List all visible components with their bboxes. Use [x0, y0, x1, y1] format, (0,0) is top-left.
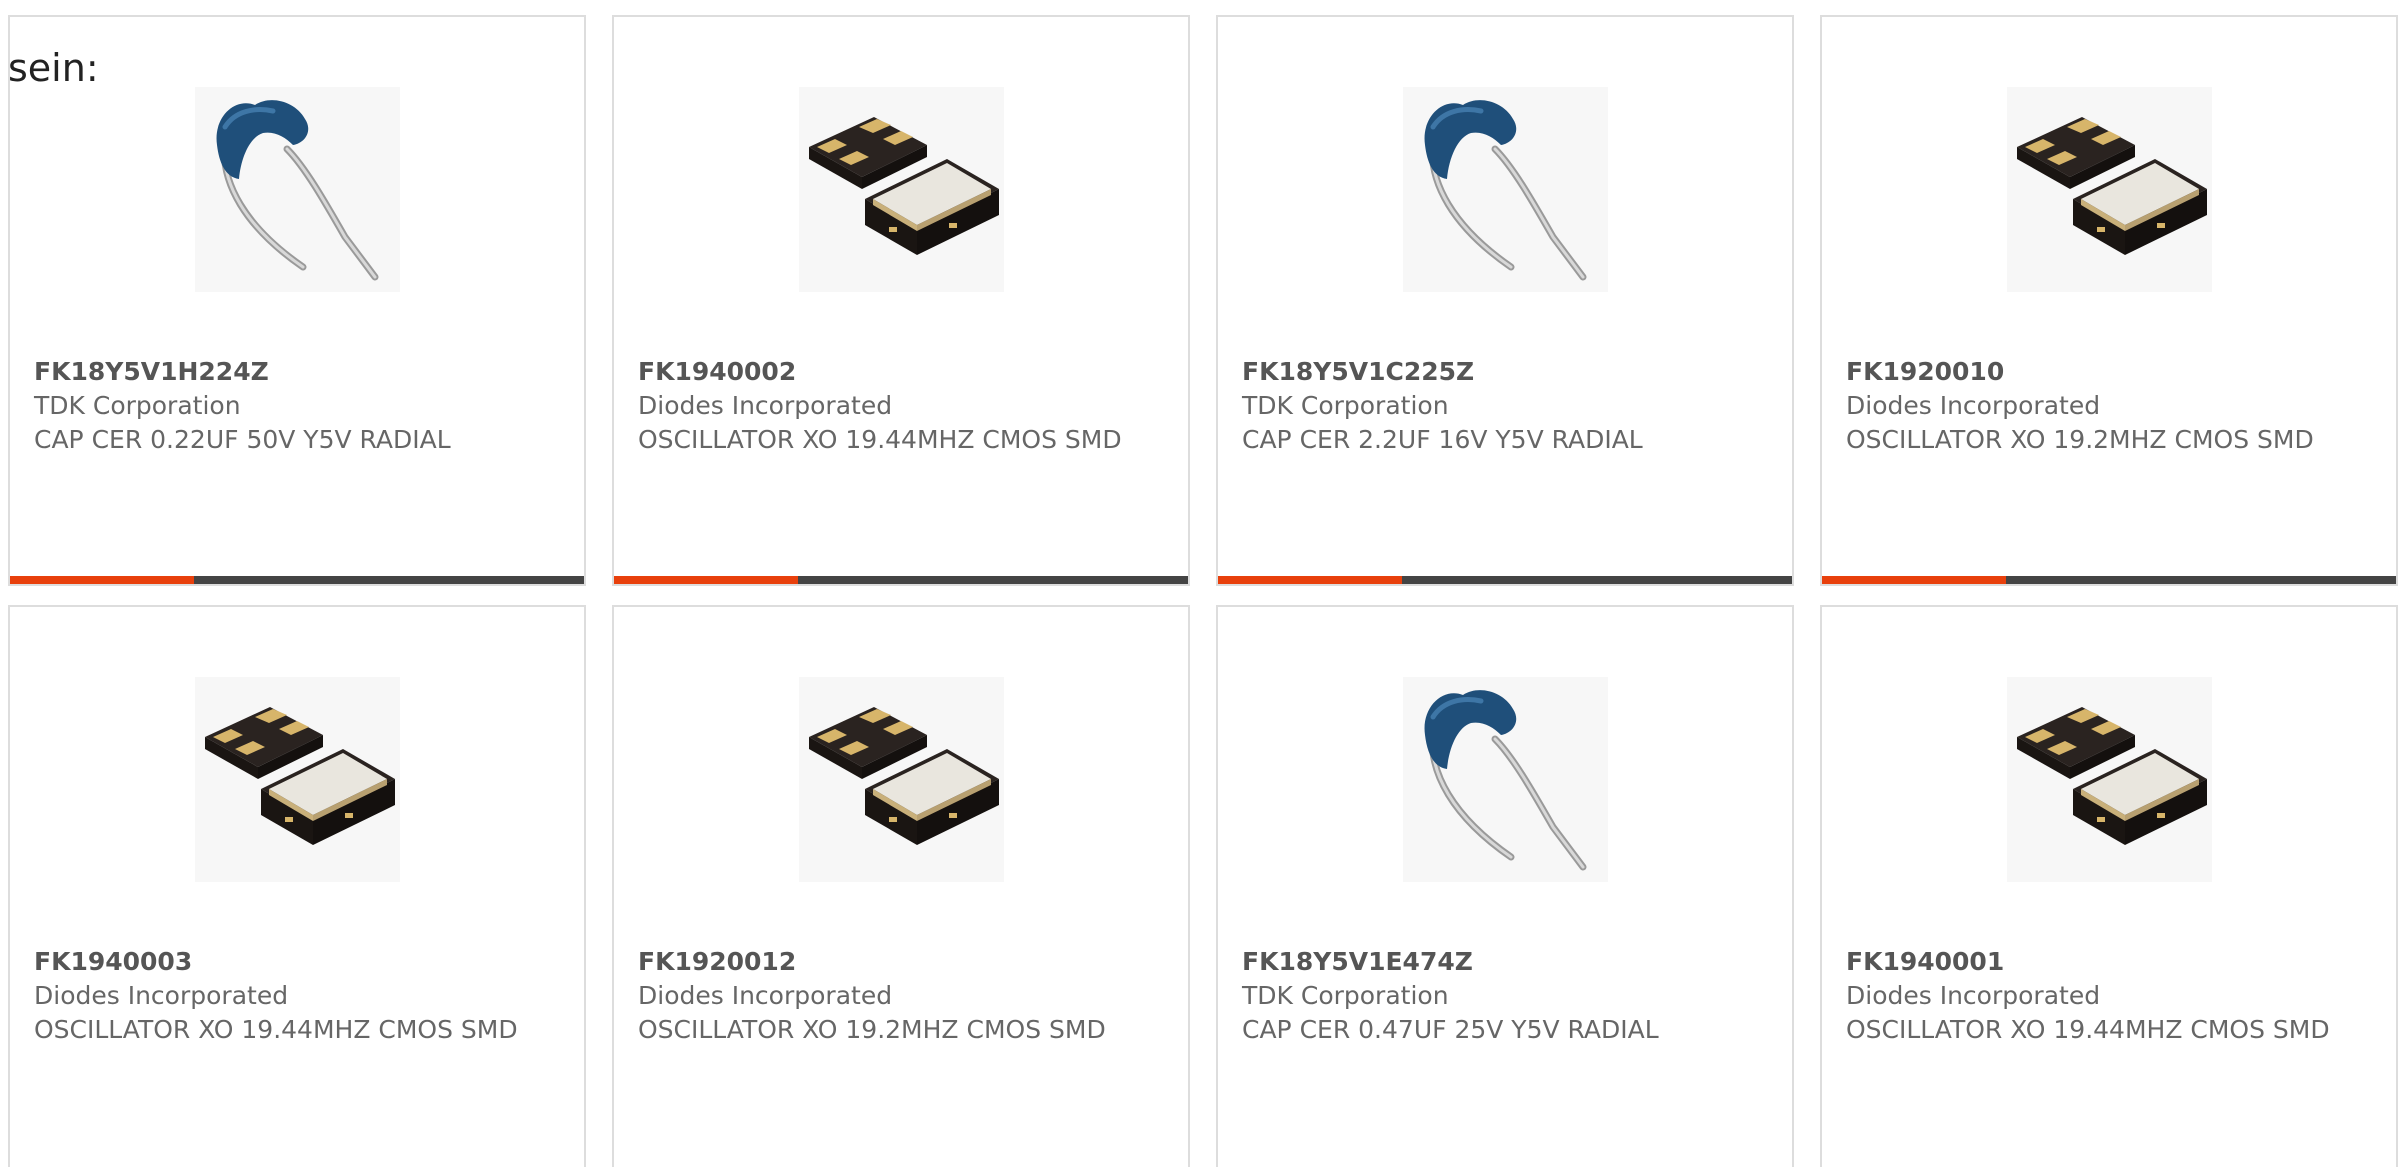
product-info: FK18Y5V1E474Z TDK Corporation CAP CER 0.…: [1242, 945, 1742, 1047]
manufacturer: Diodes Incorporated: [638, 391, 893, 420]
part-number[interactable]: FK1920012: [638, 945, 1138, 979]
product-info: FK18Y5V1H224Z TDK Corporation CAP CER 0.…: [34, 355, 534, 457]
product-info: FK1920010 Diodes Incorporated OSCILLATOR…: [1846, 355, 2346, 457]
part-number[interactable]: FK1940001: [1846, 945, 2346, 979]
progress-bar-fill: [1218, 576, 1402, 584]
product-card[interactable]: FK1920010 Diodes Incorporated OSCILLATOR…: [1820, 15, 2398, 586]
progress-bar: [10, 576, 584, 584]
part-number[interactable]: FK18Y5V1E474Z: [1242, 945, 1742, 979]
product-info: FK1940002 Diodes Incorporated OSCILLATOR…: [638, 355, 1138, 457]
product-card[interactable]: FK1920012 Diodes Incorporated OSCILLATOR…: [612, 605, 1190, 1167]
part-number[interactable]: FK1920010: [1846, 355, 2346, 389]
product-card[interactable]: FK1940003 Diodes Incorporated OSCILLATOR…: [8, 605, 586, 1167]
part-number[interactable]: FK1940003: [34, 945, 534, 979]
manufacturer: Diodes Incorporated: [1846, 391, 2101, 420]
progress-bar: [614, 576, 1188, 584]
product-info: FK18Y5V1C225Z TDK Corporation CAP CER 2.…: [1242, 355, 1742, 457]
description: CAP CER 0.47UF 25V Y5V RADIAL: [1242, 1015, 1659, 1044]
product-info: FK1940003 Diodes Incorporated OSCILLATOR…: [34, 945, 534, 1047]
description: OSCILLATOR XO 19.2MHZ CMOS SMD: [638, 1015, 1106, 1044]
description: OSCILLATOR XO 19.2MHZ CMOS SMD: [1846, 425, 2314, 454]
manufacturer: TDK Corporation: [34, 391, 241, 420]
manufacturer: TDK Corporation: [1242, 981, 1449, 1010]
description: OSCILLATOR XO 19.44MHZ CMOS SMD: [638, 425, 1122, 454]
product-card[interactable]: FK18Y5V1C225Z TDK Corporation CAP CER 2.…: [1216, 15, 1794, 586]
manufacturer: TDK Corporation: [1242, 391, 1449, 420]
product-info: FK1920012 Diodes Incorporated OSCILLATOR…: [638, 945, 1138, 1047]
manufacturer: Diodes Incorporated: [1846, 981, 2101, 1010]
part-number[interactable]: FK18Y5V1C225Z: [1242, 355, 1742, 389]
smd-oscillator-image: [799, 87, 1004, 292]
smd-oscillator-image: [2007, 87, 2212, 292]
product-card[interactable]: FK18Y5V1E474Z TDK Corporation CAP CER 0.…: [1216, 605, 1794, 1167]
smd-oscillator-image: [799, 677, 1004, 882]
intro-text: sein:: [8, 46, 99, 90]
description: OSCILLATOR XO 19.44MHZ CMOS SMD: [34, 1015, 518, 1044]
smd-oscillator-image: [2007, 677, 2212, 882]
part-number[interactable]: FK1940002: [638, 355, 1138, 389]
part-number[interactable]: FK18Y5V1H224Z: [34, 355, 534, 389]
progress-bar: [1218, 576, 1792, 584]
progress-bar-fill: [1822, 576, 2006, 584]
product-grid-page: sein: FK18Y5V1H224Z TDK Corporation CAP …: [0, 0, 2400, 1167]
progress-bar-fill: [10, 576, 194, 584]
radial-capacitor-image: [1403, 87, 1608, 292]
product-card[interactable]: FK1940002 Diodes Incorporated OSCILLATOR…: [612, 15, 1190, 586]
progress-bar-fill: [614, 576, 798, 584]
product-card[interactable]: FK1940001 Diodes Incorporated OSCILLATOR…: [1820, 605, 2398, 1167]
description: CAP CER 2.2UF 16V Y5V RADIAL: [1242, 425, 1643, 454]
manufacturer: Diodes Incorporated: [34, 981, 289, 1010]
description: OSCILLATOR XO 19.44MHZ CMOS SMD: [1846, 1015, 2330, 1044]
progress-bar: [1822, 576, 2396, 584]
radial-capacitor-image: [1403, 677, 1608, 882]
smd-oscillator-image: [195, 677, 400, 882]
manufacturer: Diodes Incorporated: [638, 981, 893, 1010]
product-card[interactable]: FK18Y5V1H224Z TDK Corporation CAP CER 0.…: [8, 15, 586, 586]
radial-capacitor-image: [195, 87, 400, 292]
description: CAP CER 0.22UF 50V Y5V RADIAL: [34, 425, 451, 454]
product-info: FK1940001 Diodes Incorporated OSCILLATOR…: [1846, 945, 2346, 1047]
